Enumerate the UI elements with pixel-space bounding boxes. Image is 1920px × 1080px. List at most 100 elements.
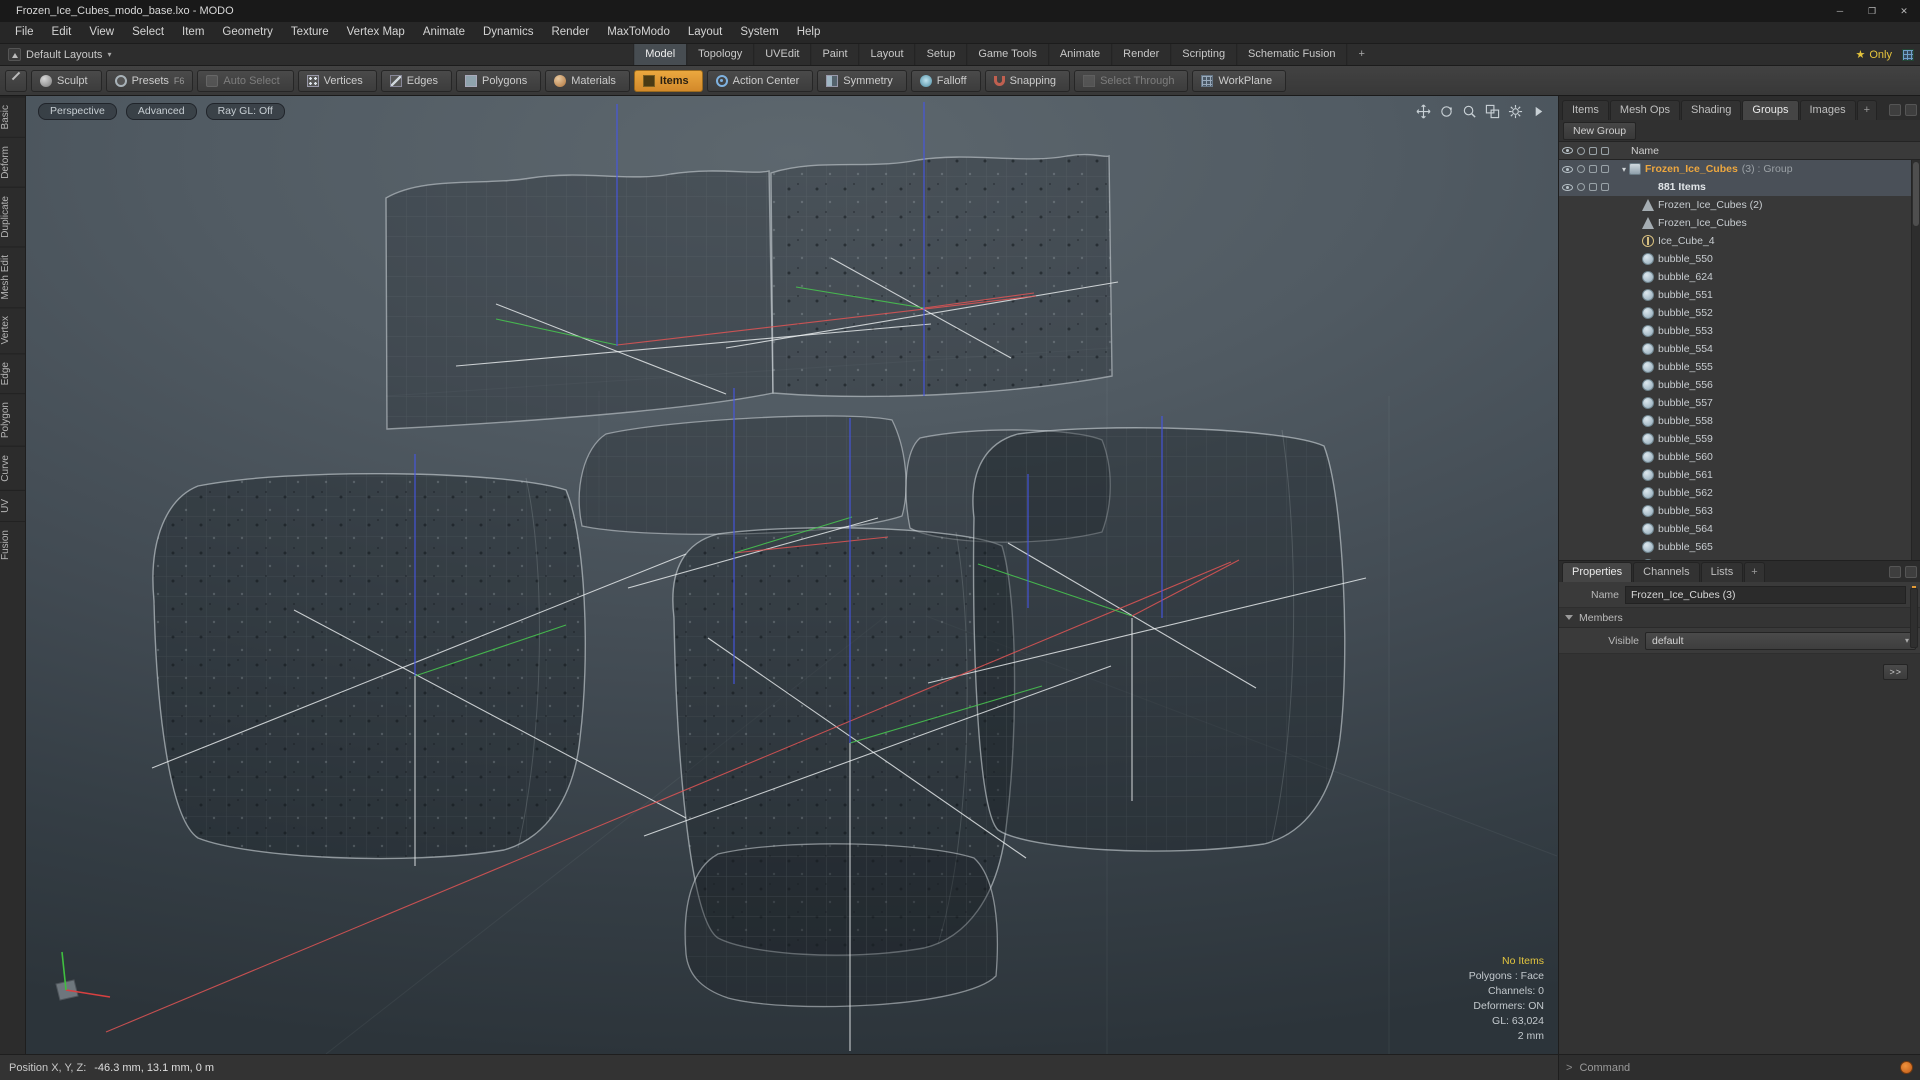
layout-tab[interactable]: Model	[633, 44, 686, 65]
toolbar-button[interactable]: Edges	[381, 70, 452, 92]
toolbar-button[interactable]: Vertices	[298, 70, 377, 92]
panel-tab[interactable]: Groups	[1742, 100, 1798, 120]
orbit-icon[interactable]	[1439, 104, 1454, 119]
toolbar-button[interactable]: Falloff	[911, 70, 981, 92]
tree-row[interactable]: Ice_Cube_4	[1559, 232, 1920, 250]
visibility-columns[interactable]	[1575, 237, 1619, 245]
3d-viewport[interactable]: PerspectiveAdvancedRay GL: Off No Items …	[26, 96, 1558, 1054]
command-history-icon[interactable]	[1900, 1061, 1913, 1074]
toolbar-button[interactable]: Sculpt	[31, 70, 102, 92]
tree-row[interactable]: bubble_563	[1559, 502, 1920, 520]
visibility-columns[interactable]	[1575, 327, 1619, 335]
layout-tab[interactable]: Scripting	[1170, 44, 1236, 65]
menu-item[interactable]: MaxToModo	[598, 22, 679, 43]
visibility-columns[interactable]	[1575, 345, 1619, 353]
menu-item[interactable]: Texture	[282, 22, 338, 43]
expander-arrow-icon[interactable]	[1619, 165, 1629, 174]
collapse-arrow-icon[interactable]	[8, 48, 21, 61]
gear-icon[interactable]	[1508, 104, 1523, 119]
toolbar-button[interactable]: Symmetry	[817, 70, 907, 92]
menu-item[interactable]: File	[6, 22, 43, 43]
rail-tab[interactable]: Duplicate	[0, 187, 25, 246]
render-column-icon[interactable]	[1577, 147, 1585, 155]
menu-arrow-icon[interactable]	[1531, 104, 1546, 119]
rail-tab[interactable]: Curve	[0, 446, 25, 490]
panel-tab[interactable]: Channels	[1633, 562, 1699, 582]
layout-switcher[interactable]: Default Layouts ▾	[0, 48, 119, 61]
tree-row[interactable]: Frozen_Ice_Cubes (3) : Group	[1559, 160, 1920, 178]
layout-tab[interactable]: Topology	[686, 44, 753, 65]
tree-scrollbar-thumb[interactable]	[1913, 162, 1919, 226]
expand-panel-icon[interactable]	[1889, 566, 1901, 578]
toolbar-button[interactable]: Polygons	[456, 70, 541, 92]
visible-dropdown[interactable]: default ▾	[1645, 632, 1916, 650]
tree-row[interactable]: bubble_553	[1559, 322, 1920, 340]
name-field[interactable]: Frozen_Ice_Cubes (3)	[1625, 586, 1906, 604]
layout-tab[interactable]: Setup	[915, 44, 967, 65]
expand-panel-icon[interactable]	[1889, 104, 1901, 116]
panel-tab[interactable]: Images	[1800, 100, 1856, 120]
visibility-columns[interactable]	[1575, 309, 1619, 317]
toolbar-button[interactable]: Auto Select	[197, 70, 293, 92]
tree-row[interactable]: bubble_551	[1559, 286, 1920, 304]
visibility-columns[interactable]	[1575, 507, 1619, 515]
lock-column-icon[interactable]	[1589, 147, 1597, 155]
tree-row[interactable]: bubble_556	[1559, 376, 1920, 394]
layout-tab[interactable]: +	[1346, 44, 1375, 65]
toolbar-button[interactable]: Items	[634, 70, 703, 92]
rail-tab[interactable]: Deform	[0, 137, 25, 187]
rail-tab[interactable]: Fusion	[0, 521, 25, 568]
rail-tab[interactable]: Edge	[0, 353, 25, 393]
toolbar-button[interactable]: Action Center	[707, 70, 814, 92]
tree-row[interactable]: bubble_566	[1559, 556, 1920, 560]
tree-row[interactable]: bubble_562	[1559, 484, 1920, 502]
select-column-icon[interactable]	[1601, 147, 1609, 155]
tree-scrollbar[interactable]	[1911, 160, 1920, 560]
tree-row[interactable]: Frozen_Ice_Cubes	[1559, 214, 1920, 232]
visibility-columns[interactable]	[1575, 435, 1619, 443]
viewport-mode-button[interactable]: Ray GL: Off	[206, 103, 285, 120]
tree-row[interactable]: bubble_561	[1559, 466, 1920, 484]
zoom-icon[interactable]	[1462, 104, 1477, 119]
panel-tab[interactable]: Items	[1562, 100, 1609, 120]
rail-tab[interactable]: Basic	[0, 96, 25, 137]
visibility-columns[interactable]	[1575, 381, 1619, 389]
panel-tab[interactable]: +	[1744, 562, 1764, 582]
panel-tab[interactable]: Mesh Ops	[1610, 100, 1680, 120]
tree-row[interactable]: bubble_559	[1559, 430, 1920, 448]
viewport-mode-button[interactable]: Perspective	[38, 103, 117, 120]
eye-icon[interactable]	[1562, 184, 1573, 191]
gear-icon[interactable]	[1905, 566, 1917, 578]
panel-resize-grip[interactable]	[1910, 588, 1918, 648]
visibility-columns[interactable]	[1575, 183, 1619, 191]
eye-column-icon[interactable]	[1562, 147, 1573, 154]
rail-tab[interactable]: Polygon	[0, 393, 25, 446]
menu-item[interactable]: View	[80, 22, 123, 43]
layout-tab[interactable]: Render	[1111, 44, 1170, 65]
layout-tab[interactable]: Schematic Fusion	[1236, 44, 1346, 65]
layout-tab[interactable]: UVEdit	[753, 44, 810, 65]
tree-row[interactable]: bubble_564	[1559, 520, 1920, 538]
3d-scene-canvas[interactable]	[26, 96, 1558, 1054]
visibility-columns[interactable]	[1575, 489, 1619, 497]
layout-tab[interactable]: Paint	[810, 44, 858, 65]
visibility-columns[interactable]	[1575, 417, 1619, 425]
visibility-columns[interactable]	[1575, 525, 1619, 533]
visibility-columns[interactable]	[1575, 471, 1619, 479]
command-input[interactable]: Command	[1579, 1062, 1893, 1074]
visibility-columns[interactable]	[1575, 201, 1619, 209]
viewport-mode-button[interactable]: Advanced	[126, 103, 197, 120]
panel-tab[interactable]: Properties	[1562, 562, 1632, 582]
tree-row[interactable]: bubble_624	[1559, 268, 1920, 286]
menu-item[interactable]: System	[731, 22, 787, 43]
visibility-columns[interactable]	[1575, 291, 1619, 299]
tree-row[interactable]: bubble_565	[1559, 538, 1920, 556]
tree-row[interactable]: bubble_557	[1559, 394, 1920, 412]
toolbar-button[interactable]: Snapping	[985, 70, 1071, 92]
new-group-button[interactable]: New Group	[1563, 122, 1636, 140]
menu-item[interactable]: Edit	[43, 22, 81, 43]
tree-row[interactable]: Frozen_Ice_Cubes (2)	[1559, 196, 1920, 214]
visibility-columns[interactable]	[1575, 543, 1619, 551]
visibility-columns[interactable]	[1575, 399, 1619, 407]
only-filter-button[interactable]: ★ Only	[1856, 48, 1920, 61]
